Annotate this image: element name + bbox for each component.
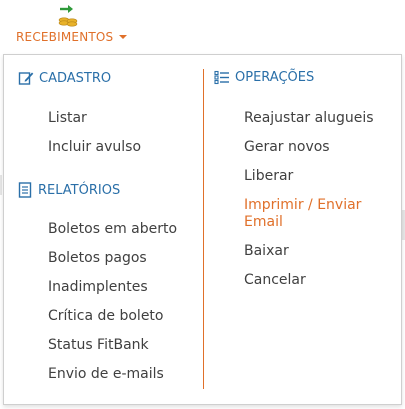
column-divider xyxy=(203,69,204,389)
menu-item-status-fitbank[interactable]: Status FitBank xyxy=(48,337,149,354)
caret-down-icon xyxy=(119,35,128,39)
section-title: CADASTRO xyxy=(39,70,112,86)
menu-item-critica-de-boleto[interactable]: Crítica de boleto xyxy=(48,308,164,325)
section-title: OPERAÇÕES xyxy=(235,70,315,85)
report-icon xyxy=(18,182,32,198)
edit-icon xyxy=(18,72,34,85)
menu-item-listar[interactable]: Listar xyxy=(48,110,87,127)
menu-item-boletos-pagos[interactable]: Boletos pagos xyxy=(48,250,147,267)
section-cadastro: CADASTRO xyxy=(18,70,111,86)
section-operacoes: OPERAÇÕES xyxy=(214,70,314,85)
menu-item-cancelar[interactable]: Cancelar xyxy=(244,272,306,289)
dropdown-menu: CADASTRO Listar Incluir avulso RELATÓRIO… xyxy=(3,54,402,405)
section-title: RELATÓRIOS xyxy=(38,182,121,198)
menu-item-liberar[interactable]: Liberar xyxy=(244,168,293,185)
money-transfer-icon xyxy=(58,5,78,27)
list-icon xyxy=(214,70,229,85)
nav-label: RECEBIMENTOS xyxy=(16,30,128,44)
menu-item-boletos-em-aberto[interactable]: Boletos em aberto xyxy=(48,221,177,238)
background-edge-left xyxy=(0,175,2,195)
menu-item-inadimplentes[interactable]: Inadimplentes xyxy=(48,279,148,296)
menu-item-envio-de-emails[interactable]: Envio de e-mails xyxy=(48,366,164,383)
menu-item-reajustar-alugueis[interactable]: Reajustar alugueis xyxy=(244,110,374,127)
menu-item-gerar-novos[interactable]: Gerar novos xyxy=(244,139,330,156)
menu-item-incluir-avulso[interactable]: Incluir avulso xyxy=(48,139,141,156)
section-relatorios: RELATÓRIOS xyxy=(18,182,120,198)
nav-recebimentos[interactable]: RECEBIMENTOS xyxy=(12,0,128,52)
menu-item-baixar[interactable]: Baixar xyxy=(244,243,289,260)
menu-item-imprimir-enviar-email[interactable]: Imprimir / Enviar Email xyxy=(244,197,384,231)
